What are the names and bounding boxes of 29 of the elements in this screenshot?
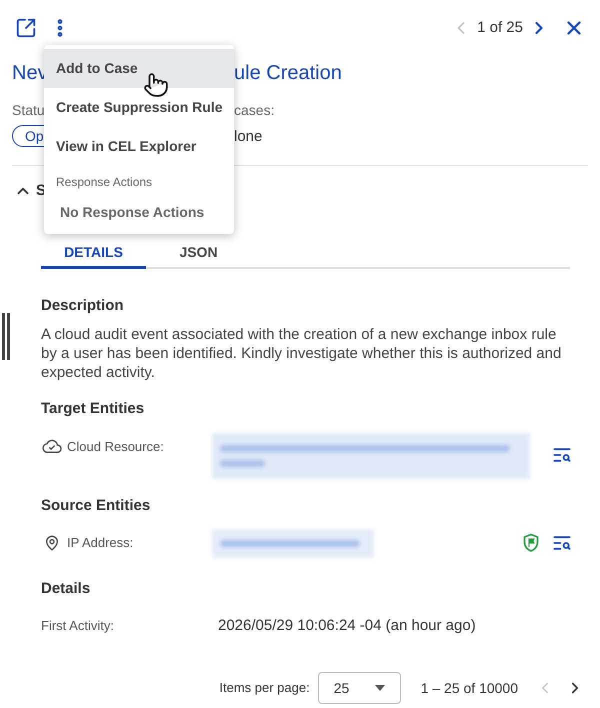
section-heading: Description (41, 296, 125, 316)
section-heading: Details (41, 579, 92, 599)
pager-text: 1 of 25 (477, 18, 523, 38)
cloud-check-icon (41, 437, 63, 456)
alert-title: ule Creation (234, 61, 342, 86)
hand-cursor-icon (143, 72, 169, 98)
dropdown-caret-icon (374, 685, 385, 691)
menu-item[interactable]: Create Suppression Rule (44, 88, 234, 127)
resize-grip[interactable] (2, 313, 10, 360)
entity-label: IP Address: (67, 534, 134, 552)
detail-value: 2026/05/29 10:06:24 -04 (an hour ago) (218, 616, 476, 636)
status-label: Statu (12, 101, 45, 120)
page-size-select[interactable]: 25 (318, 672, 401, 704)
description-text: A cloud audit event associated with the creation of a new exchange inbox rule by a user has been identified. Kindly investigate whether this is authorized and expected activity. (41, 325, 562, 382)
section-heading: Source Entities (41, 496, 152, 516)
menu-item[interactable]: Add to Case (44, 49, 234, 88)
tab[interactable]: DETAILS (41, 238, 146, 268)
tab[interactable]: JSON (146, 238, 251, 268)
section-heading: Target Entities (41, 399, 146, 419)
open-external-icon[interactable] (15, 17, 37, 39)
location-pin-icon (44, 534, 60, 551)
page-range-text: 1 – 25 of 10000 (420, 678, 518, 698)
entity-label: Cloud Resource: (67, 438, 164, 456)
items-per-page-label: Items per page: (219, 679, 310, 698)
detail-label: First Activity: (41, 617, 115, 635)
cases-label: cases: (234, 101, 274, 120)
shield-flag-icon (522, 533, 540, 553)
menu-group-header: Response Actions (55, 174, 154, 191)
cases-value: lone (234, 126, 264, 147)
